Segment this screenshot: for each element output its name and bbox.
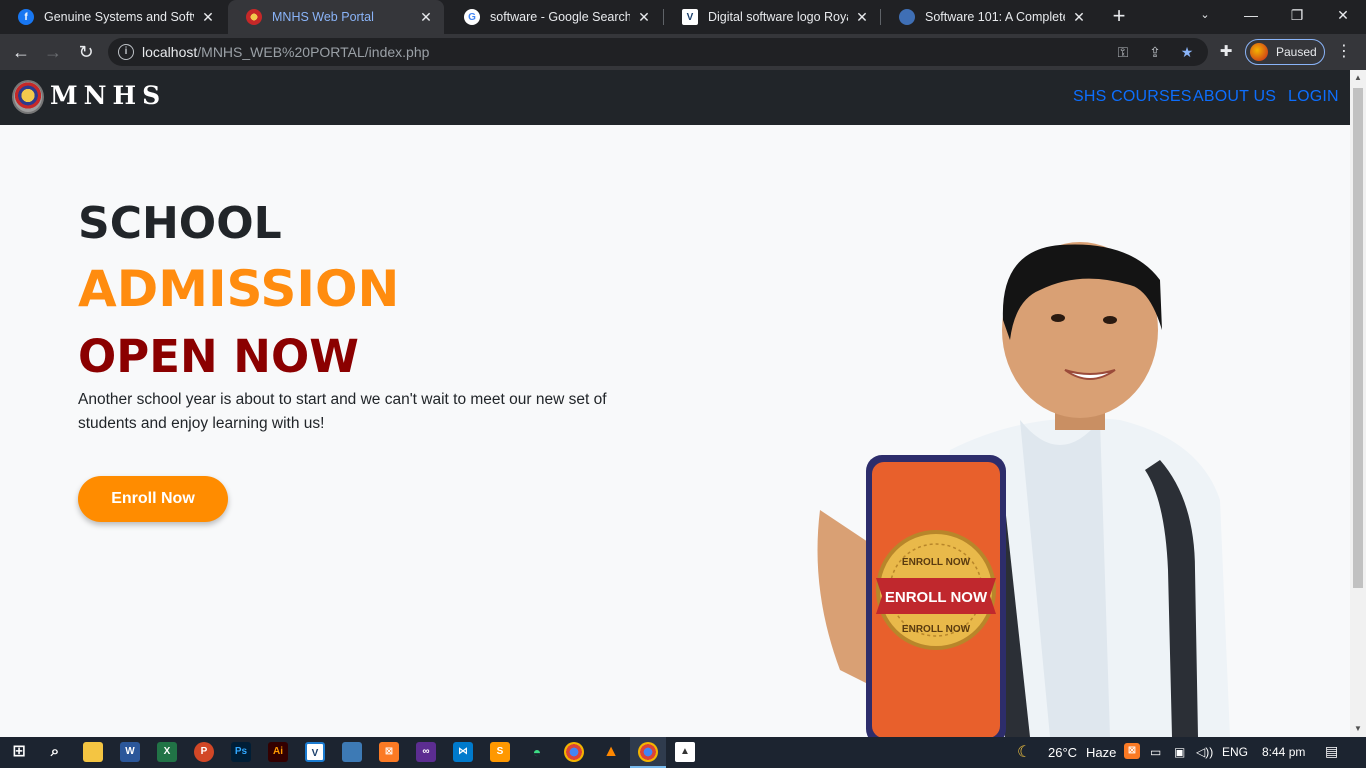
- address-url[interactable]: localhost/MNHS_WEB%20PORTAL/index.php: [142, 44, 429, 60]
- url-path: /MNHS_WEB%20PORTAL/index.php: [197, 44, 430, 60]
- tab-search-icon[interactable]: ⌄: [1182, 0, 1228, 34]
- profile-button[interactable]: Paused: [1245, 39, 1325, 65]
- vscode-icon[interactable]: ⋈: [453, 742, 473, 762]
- close-icon[interactable]: ✕: [636, 9, 652, 25]
- browser-tab[interactable]: f Genuine Systems and Softwa ✕: [0, 0, 226, 34]
- new-tab-button[interactable]: +: [1105, 4, 1133, 30]
- profile-status: Paused: [1276, 45, 1317, 59]
- maximize-button[interactable]: ❐: [1274, 0, 1320, 34]
- windows-start-icon[interactable]: ⊞: [9, 742, 29, 762]
- back-button[interactable]: ←: [10, 41, 32, 63]
- file-explorer-icon[interactable]: [83, 742, 103, 762]
- url-host: localhost: [142, 44, 198, 60]
- xampp-tray-icon[interactable]: ⊠: [1124, 743, 1140, 759]
- battery-icon[interactable]: ▭: [1150, 745, 1161, 759]
- tab-title: Software 101: A Complete Gu: [925, 10, 1065, 24]
- eye-left: [1051, 314, 1065, 322]
- school-seal-icon: [246, 9, 262, 25]
- weather-temp[interactable]: 26°C: [1048, 745, 1077, 760]
- vector-site-icon: V: [682, 9, 698, 25]
- badge-top-text: ENROLL NOW: [902, 557, 971, 568]
- enroll-now-button[interactable]: Enroll Now: [78, 476, 228, 522]
- close-icon[interactable]: ✕: [418, 9, 434, 25]
- scrollbar-thumb[interactable]: [1353, 88, 1363, 588]
- close-icon[interactable]: ✕: [854, 9, 870, 25]
- chrome-active-icon[interactable]: [638, 742, 658, 762]
- key-icon[interactable]: ⚿: [1114, 43, 1132, 61]
- tab-title: Digital software logo Royalty: [708, 10, 848, 24]
- hero-description: Another school year is about to start an…: [78, 391, 607, 432]
- share-icon[interactable]: ⇪: [1146, 43, 1164, 61]
- browser-tab[interactable]: V Digital software logo Royalty ✕: [664, 0, 880, 34]
- site-info-icon[interactable]: i: [118, 44, 134, 60]
- address-bar[interactable]: i localhost/MNHS_WEB%20PORTAL/index.php …: [108, 38, 1208, 66]
- word-icon[interactable]: W: [120, 742, 140, 762]
- hero-title-admission: ADMISSION: [78, 260, 400, 318]
- scroll-up-arrow-icon[interactable]: ▲: [1350, 70, 1366, 86]
- xampp-icon[interactable]: ⊠: [379, 742, 399, 762]
- avatar: [1250, 43, 1268, 61]
- nav-login[interactable]: LOGIN: [1288, 88, 1339, 106]
- browser-tab-active[interactable]: MNHS Web Portal ✕: [228, 0, 444, 34]
- powerpoint-icon[interactable]: P: [194, 742, 214, 762]
- eye-right: [1103, 316, 1117, 324]
- chrome-icon[interactable]: [564, 742, 584, 762]
- page-scrollbar[interactable]: ▲ ▼: [1350, 70, 1366, 737]
- close-icon[interactable]: ✕: [200, 9, 216, 25]
- vlc-icon[interactable]: ▲: [601, 742, 621, 762]
- browser-toolbar: ← → ↻ i localhost/MNHS_WEB%20PORTAL/inde…: [0, 34, 1366, 70]
- browser-tab[interactable]: G software - Google Search ✕: [446, 0, 662, 34]
- scroll-down-arrow-icon[interactable]: ▼: [1350, 721, 1366, 737]
- network-icon[interactable]: ▣: [1174, 745, 1185, 759]
- hero-title-school: SCHOOL: [78, 198, 282, 249]
- student-with-phone-image: ENROLL NOW ENROLL NOW ENROLL NOW: [817, 242, 1230, 737]
- close-icon[interactable]: ✕: [1071, 9, 1087, 25]
- visual-studio-icon[interactable]: ∞: [416, 742, 436, 762]
- nav-about-us[interactable]: ABOUT US: [1193, 88, 1276, 106]
- window-close-button[interactable]: ✕: [1320, 0, 1366, 34]
- windows-taskbar: ⊞ ⌕ W X P Ps Ai V ⊠ ∞ ⋈ S ◓ ▲ ▲ ☾ 26°C H…: [0, 737, 1366, 768]
- notification-icon[interactable]: ▤: [1325, 743, 1338, 760]
- browser-tab[interactable]: Software 101: A Complete Gu ✕: [881, 0, 1097, 34]
- sublime-text-icon[interactable]: S: [490, 742, 510, 762]
- minimize-button[interactable]: —: [1228, 0, 1274, 34]
- globe-icon: [899, 9, 915, 25]
- tab-title: Genuine Systems and Softwa: [44, 10, 194, 24]
- illustrator-icon[interactable]: Ai: [268, 742, 288, 762]
- hero-title-open-now: OPEN NOW: [78, 330, 359, 383]
- bookmark-star-icon[interactable]: ★: [1178, 43, 1196, 61]
- tab-title: MNHS Web Portal: [272, 10, 374, 24]
- browser-tab-strip: f Genuine Systems and Softwa ✕ MNHS Web …: [0, 0, 1366, 34]
- site-navbar: MNHS SHS COURSES ABOUT US LOGIN: [0, 70, 1350, 125]
- tab-title: software - Google Search: [490, 10, 630, 24]
- vector-app-icon[interactable]: V: [305, 742, 325, 762]
- search-icon[interactable]: ⌕: [45, 742, 65, 762]
- page-viewport: MNHS SHS COURSES ABOUT US LOGIN SCHOOL A…: [0, 70, 1366, 737]
- photos-icon[interactable]: ▲: [675, 742, 695, 762]
- volume-icon[interactable]: ◁)): [1196, 745, 1213, 759]
- browser-menu-icon[interactable]: ⋮: [1336, 40, 1352, 64]
- extensions-puzzle-icon[interactable]: ✚: [1215, 41, 1237, 63]
- android-studio-icon[interactable]: ◓: [527, 742, 547, 762]
- forward-button[interactable]: →: [42, 41, 64, 63]
- badge-main-text: ENROLL NOW: [885, 589, 988, 606]
- nav-shs-courses[interactable]: SHS COURSES: [1073, 88, 1192, 106]
- clock[interactable]: 8:44 pm: [1262, 745, 1305, 759]
- reload-button[interactable]: ↻: [75, 41, 97, 63]
- photoshop-icon[interactable]: Ps: [231, 742, 251, 762]
- weather-moon-icon[interactable]: ☾: [1017, 742, 1031, 762]
- language-indicator[interactable]: ENG: [1222, 745, 1248, 759]
- google-icon: G: [464, 9, 480, 25]
- site-brand[interactable]: MNHS: [50, 81, 166, 110]
- badge-bottom-text: ENROLL NOW: [902, 624, 971, 635]
- weather-desc[interactable]: Haze: [1086, 745, 1116, 760]
- python-icon[interactable]: [342, 742, 362, 762]
- school-logo[interactable]: [12, 80, 44, 114]
- facebook-icon: f: [18, 9, 34, 25]
- excel-icon[interactable]: X: [157, 742, 177, 762]
